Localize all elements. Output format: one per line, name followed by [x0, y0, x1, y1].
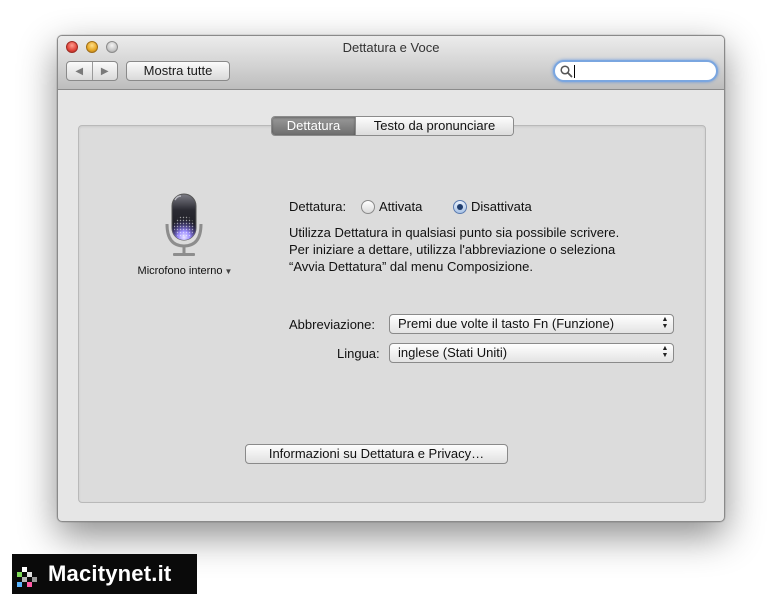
description-line: Per iniziare a dettare, utilizza l'abbre… [289, 242, 616, 257]
popup-arrows-icon: ▲ ▼ [661, 316, 669, 330]
search-icon [560, 65, 573, 78]
search-input[interactable] [575, 62, 710, 80]
chevron-down-icon: ▼ [224, 267, 233, 276]
back-arrow-icon[interactable]: ◀ [67, 62, 92, 80]
radio-attivata[interactable] [361, 200, 375, 214]
radio-disattivata[interactable] [453, 200, 467, 214]
microphone-source-label: Microfono interno [137, 265, 223, 277]
show-all-button[interactable]: Mostra tutte [126, 61, 230, 81]
description-line: “Avvia Dettatura” dal menu Composizione. [289, 259, 533, 274]
search-field[interactable] [553, 60, 718, 82]
window-title: Dettatura e Voce [342, 40, 440, 55]
shortcut-popup[interactable]: Premi due volte il tasto Fn (Funzione) ▲… [389, 314, 674, 334]
shortcut-label: Abbreviazione: [289, 317, 375, 332]
language-value: inglese (Stati Uniti) [398, 345, 508, 360]
watermark: Macitynet.it [12, 554, 197, 594]
tab-bar: Dettatura Testo da pronunciare [271, 116, 514, 136]
language-label: Lingua: [337, 346, 380, 361]
preferences-window: Dettatura e Voce ◀ ▶ Mostra tutte Dettat… [57, 35, 725, 522]
privacy-info-button[interactable]: Informazioni su Dettatura e Privacy… [245, 444, 508, 464]
shortcut-value: Premi due volte il tasto Fn (Funzione) [398, 316, 615, 331]
forward-arrow-icon[interactable]: ▶ [91, 62, 118, 80]
back-forward-control: ◀ ▶ [66, 61, 118, 81]
microphone-icon [165, 193, 203, 256]
description-line: Utilizza Dettatura in qualsiasi punto si… [289, 225, 620, 240]
radio-disattivata-label[interactable]: Disattivata [471, 199, 532, 214]
dictation-label: Dettatura: [289, 199, 347, 214]
dictation-description: Utilizza Dettatura in qualsiasi punto si… [289, 224, 689, 275]
titlebar: Dettatura e Voce ◀ ▶ Mostra tutte [58, 36, 724, 90]
microphone-source-menu[interactable]: Microfono interno ▼ [110, 265, 260, 277]
tab-dettatura[interactable]: Dettatura [272, 117, 355, 135]
radio-attivata-label[interactable]: Attivata [379, 199, 422, 214]
pixel-logo-icon [17, 567, 37, 587]
language-popup[interactable]: inglese (Stati Uniti) ▲ ▼ [389, 343, 674, 363]
popup-arrows-icon: ▲ ▼ [661, 345, 669, 359]
watermark-text: Macitynet.it [48, 561, 172, 586]
tab-testo-da-pronunciare[interactable]: Testo da pronunciare [355, 117, 513, 135]
